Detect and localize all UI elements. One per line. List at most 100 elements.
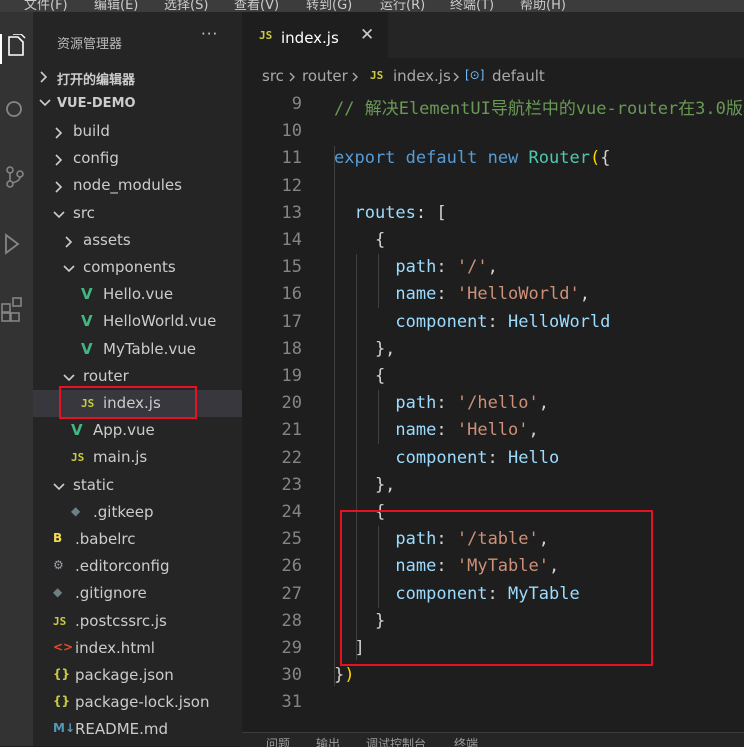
panel-tab-problems[interactable]: 问题: [266, 735, 290, 747]
tree-item[interactable]: ⚙ .editorconfig: [33, 553, 242, 580]
menu-item[interactable]: 运行(R): [380, 0, 425, 12]
line-number: 31: [281, 692, 302, 713]
code-token: '/hello': [456, 393, 539, 414]
chevron-down-icon: [63, 265, 75, 273]
symbol-variable-icon: [⊙]: [465, 68, 485, 82]
code-token: routes: [354, 202, 416, 223]
open-editors-section[interactable]: 打开的编辑器: [33, 65, 242, 89]
breadcrumb-file[interactable]: index.js: [393, 67, 451, 85]
code-token: :: [436, 284, 457, 305]
tree-item[interactable]: config: [33, 145, 242, 172]
breadcrumb-src[interactable]: src: [262, 67, 284, 85]
line-number: 28: [281, 610, 302, 631]
line-number: 18: [281, 338, 302, 359]
tree-item[interactable]: <> index.html: [33, 635, 242, 662]
chevron-right-icon: [55, 154, 63, 166]
tree-item[interactable]: V HelloWorld.vue: [33, 308, 242, 335]
tree-item[interactable]: V MyTable.vue: [33, 336, 242, 363]
close-icon[interactable]: ✕: [360, 25, 374, 45]
highlight-box-index-js: [59, 386, 197, 419]
code-token: path: [395, 257, 437, 278]
chevron-right-icon: [453, 72, 459, 82]
tree-item[interactable]: ◆ .gitignore: [33, 580, 242, 607]
search-icon[interactable]: [0, 90, 33, 130]
tree-item[interactable]: {} package-lock.json: [33, 689, 242, 716]
panel-tab-debug-console[interactable]: 调试控制台: [366, 735, 426, 747]
code-line: 12: [242, 174, 744, 201]
chevron-right-icon: [55, 181, 63, 193]
menu-bar: 文件(F) 编辑(E) 选择(S) 查看(V) 转到(G) 运行(R) 终端(T) 帮助(H): [0, 0, 744, 12]
tree-item[interactable]: {} package.json: [33, 662, 242, 689]
code-token: :: [436, 420, 457, 441]
panel-tab-terminal[interactable]: 终端: [454, 735, 478, 747]
code-token: '/': [456, 257, 488, 278]
menu-item[interactable]: 文件(F): [24, 0, 68, 12]
line-number: 29: [281, 638, 302, 658]
line-number: 14: [281, 230, 302, 250]
code-token: :: [436, 257, 457, 278]
code-line: 14 {: [242, 228, 744, 255]
breadcrumb-router[interactable]: router: [302, 67, 348, 85]
line-number: 24: [281, 502, 302, 522]
tree-item-label: HelloWorld.vue: [103, 312, 217, 331]
tree-item[interactable]: node_modules: [33, 172, 242, 199]
tree-item[interactable]: JS .postcssrc.js: [33, 608, 242, 635]
js-file-icon: JS: [71, 451, 85, 465]
menu-item[interactable]: 帮助(H): [520, 0, 566, 12]
chevron-right-icon: [65, 236, 73, 248]
tree-item[interactable]: V App.vue: [33, 417, 242, 444]
line-number: 9: [291, 94, 302, 114]
tree-item[interactable]: V Hello.vue: [33, 281, 242, 308]
js-file-icon: JS: [259, 29, 273, 42]
tree-item-label: .editorconfig: [75, 557, 170, 576]
line-number: 13: [281, 202, 302, 223]
panel-tab-output[interactable]: 输出: [316, 735, 340, 747]
extensions-icon[interactable]: [0, 286, 33, 326]
run-debug-icon[interactable]: [0, 224, 33, 264]
tree-item[interactable]: assets: [33, 227, 242, 254]
tree-item[interactable]: ◆ .gitkeep: [33, 499, 242, 526]
code-line: 20 path: '/hello',: [242, 391, 744, 418]
tree-item[interactable]: B .babelrc: [33, 526, 242, 553]
tree-item-label: node_modules: [73, 176, 182, 195]
code-line: 11 export default new Router({: [242, 146, 744, 173]
code-line: 9 // 解决ElementUI导航栏中的vue-router在3.0版本以上重复…: [242, 92, 744, 119]
sidebar-title: 资源管理器: [57, 37, 123, 52]
menu-item[interactable]: 查看(V): [234, 0, 279, 12]
explorer-icon[interactable]: [0, 26, 33, 66]
code-line: 23 },: [242, 473, 744, 500]
code-token: name: [395, 420, 437, 441]
code-token: Router: [528, 148, 590, 169]
breadcrumb-symbol[interactable]: default: [492, 67, 545, 85]
vue-file-icon: V: [71, 421, 83, 440]
tree-item[interactable]: JS main.js: [33, 444, 242, 471]
line-number: 27: [281, 583, 302, 604]
line-number: 22: [281, 447, 302, 468]
menu-item[interactable]: 终端(T): [450, 0, 494, 12]
menu-item[interactable]: 选择(S): [164, 0, 208, 12]
more-actions-icon[interactable]: ···: [201, 25, 218, 43]
code-text: export default new Router({: [334, 148, 610, 168]
tree-item[interactable]: M↓ README.md: [33, 716, 242, 743]
code-token: }: [334, 665, 345, 686]
menu-item[interactable]: 转到(G): [306, 0, 352, 12]
line-number: 20: [281, 393, 302, 414]
project-section[interactable]: VUE-DEMO: [33, 92, 242, 116]
code-token: ): [344, 665, 355, 686]
code-line: 22 component: Hello: [242, 446, 744, 473]
tree-item[interactable]: build: [33, 118, 242, 145]
menu-item[interactable]: 编辑(E): [94, 0, 138, 12]
source-control-icon[interactable]: [0, 156, 33, 196]
code-token: ,: [487, 257, 498, 278]
tree-item[interactable]: components: [33, 254, 242, 281]
tab-index-js[interactable]: JS index.js ✕: [242, 12, 388, 58]
tree-item[interactable]: src: [33, 200, 242, 227]
code-text: // 解决ElementUI导航栏中的vue-router在3.0版本以上重复点…: [334, 94, 744, 119]
code-token: default: [405, 148, 478, 169]
tree-item-label: index.html: [75, 638, 155, 657]
tree-item[interactable]: static: [33, 472, 242, 499]
tree-item-label: MyTable.vue: [103, 339, 196, 358]
